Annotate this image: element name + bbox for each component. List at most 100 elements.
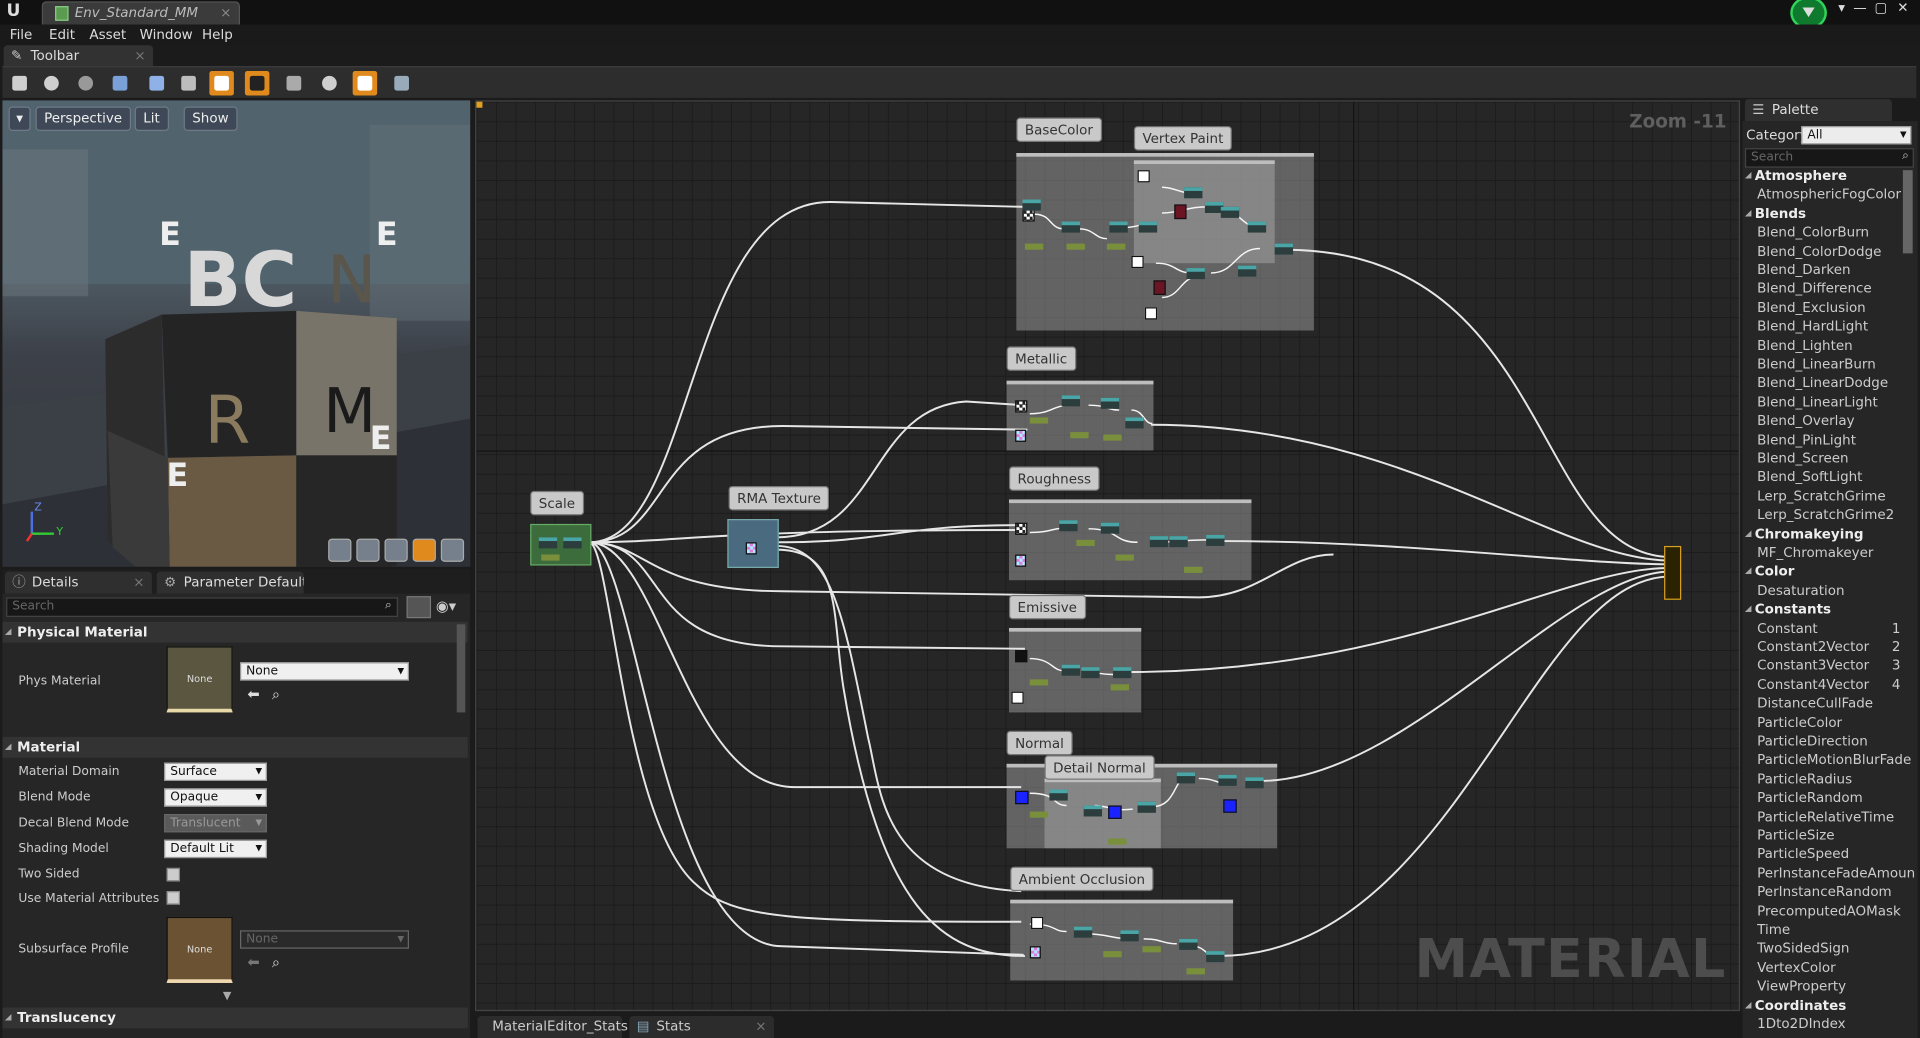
details-search-input[interactable]: Search ⌕	[6, 597, 398, 617]
apply-button[interactable]	[73, 71, 97, 95]
tab-material-editor-stats[interactable]: MaterialEditor_Stats×	[477, 1016, 628, 1038]
palette-item[interactable]: Blend_Exclusion	[1757, 300, 1866, 316]
graph-node[interactable]	[1184, 187, 1203, 199]
palette-item[interactable]: ParticleRadius	[1757, 771, 1852, 787]
close-toolbar-tab-icon[interactable]: ×	[134, 45, 145, 66]
graph-node[interactable]	[1024, 243, 1044, 250]
palette-item[interactable]: ViewProperty	[1757, 978, 1846, 994]
perspective-button[interactable]: Perspective	[35, 106, 131, 131]
node-label-rma-texture[interactable]: RMA Texture	[728, 485, 830, 511]
graph-node[interactable]	[1149, 536, 1169, 548]
graph-node[interactable]	[1218, 774, 1237, 786]
details-scrollbar[interactable]	[456, 624, 466, 713]
live-update-button[interactable]	[317, 71, 341, 95]
graph-node[interactable]	[1076, 539, 1095, 546]
palette-item[interactable]: Blend_LinearBurn	[1757, 356, 1876, 372]
graph-node[interactable]	[1061, 395, 1081, 407]
lit-button[interactable]: Lit	[134, 106, 169, 131]
texture-sample-node[interactable]	[1029, 946, 1041, 959]
graph-node[interactable]	[1083, 805, 1103, 817]
graph-node[interactable]	[1247, 221, 1267, 233]
palette-item[interactable]: Blend_Screen	[1757, 450, 1848, 466]
palette-item[interactable]: ParticleSize	[1757, 827, 1834, 843]
graph-node[interactable]	[1186, 268, 1205, 280]
two-sided-checkbox[interactable]	[166, 867, 181, 882]
palette-item[interactable]: ParticleSpeed	[1757, 846, 1849, 862]
preview-mesh-button[interactable]	[440, 538, 465, 562]
tab-details[interactable]: ⓘ Details ×	[4, 571, 152, 594]
unreal-logo-icon[interactable]: U	[2, 1, 24, 23]
graph-node[interactable]	[1108, 838, 1127, 845]
close-tab-icon[interactable]: ×	[220, 2, 231, 24]
constant-node[interactable]	[1011, 691, 1024, 704]
minimize-button[interactable]: —	[1849, 0, 1871, 20]
graph-node[interactable]	[1029, 679, 1049, 686]
graph-node[interactable]	[1100, 397, 1120, 409]
palette-item[interactable]: Lerp_ScratchGrime2	[1757, 507, 1894, 523]
scale-parameter-node[interactable]	[530, 523, 592, 566]
subsurface-profile-thumbnail[interactable]: None	[166, 916, 233, 983]
graph-node[interactable]	[1103, 434, 1122, 441]
menu-edit[interactable]: Edit	[49, 27, 75, 43]
texture-sample-node[interactable]	[1174, 204, 1187, 220]
texture-sample-node[interactable]	[1015, 429, 1027, 442]
menu-window[interactable]: Window	[140, 27, 193, 43]
palette-item[interactable]: Blend_SoftLight	[1757, 469, 1862, 485]
texture-sample-node[interactable]	[1022, 209, 1035, 222]
material-graph[interactable]: BaseColor Vertex Paint Metallic Roughnes…	[475, 100, 1741, 1012]
node-label-scale[interactable]: Scale	[530, 490, 584, 516]
graph-node[interactable]	[1274, 243, 1294, 255]
palette-item[interactable]: 1Dto2DIndex	[1757, 1016, 1845, 1032]
phys-material-thumbnail[interactable]: None	[166, 646, 233, 713]
preview-cylinder-button[interactable]	[328, 538, 352, 562]
graph-node[interactable]	[1169, 536, 1188, 548]
close-details-tab-icon[interactable]: ×	[133, 572, 144, 594]
palette-item[interactable]: Blend_Lighten	[1757, 337, 1853, 353]
category-translucency[interactable]: Translucency	[2, 1007, 468, 1029]
vertex-color-node[interactable]	[1137, 170, 1150, 183]
browse-search-icon[interactable]: ⌕	[272, 954, 280, 972]
decal-blend-mode-dropdown[interactable]: Translucent	[164, 814, 267, 833]
palette-item[interactable]: PerInstanceRandom	[1757, 884, 1892, 900]
menu-asset[interactable]: Asset	[89, 27, 126, 43]
palette-item[interactable]: ParticleDirection	[1757, 733, 1868, 749]
material-domain-dropdown[interactable]: Surface	[164, 762, 267, 781]
stats-button[interactable]	[352, 70, 378, 96]
graph-node[interactable]	[1100, 522, 1120, 534]
graph-node[interactable]	[1245, 777, 1264, 789]
texture-sample-node[interactable]	[1015, 522, 1028, 535]
show-button[interactable]: Show	[183, 106, 238, 131]
preview-viewport[interactable]: BC N R M E E E E ▾ Perspective Lit Show …	[2, 100, 471, 567]
graph-node[interactable]	[1061, 664, 1081, 676]
texture-sample-node[interactable]	[1015, 400, 1028, 413]
clean-up-button[interactable]	[176, 71, 200, 95]
texture-sample-node[interactable]	[1153, 280, 1166, 296]
category-material[interactable]: Material	[2, 736, 468, 758]
graph-node[interactable]	[1206, 951, 1225, 963]
graph-node[interactable]	[1103, 951, 1122, 958]
palette-item[interactable]: Desaturation	[1757, 582, 1844, 598]
property-matrix-button[interactable]	[406, 596, 432, 619]
texture-sample-node[interactable]	[1015, 649, 1028, 663]
use-selected-arrow-icon[interactable]: ⬅	[247, 685, 259, 702]
palette-item[interactable]: Blend_Overlay	[1757, 413, 1854, 429]
close-tab-icon[interactable]: ×	[755, 1016, 766, 1038]
menu-help[interactable]: Help	[202, 27, 233, 43]
normal-map-node[interactable]	[1223, 799, 1237, 813]
graph-node[interactable]	[1061, 221, 1081, 233]
palette-item[interactable]: PrecomputedAOMask	[1757, 903, 1901, 919]
graph-node[interactable]	[1184, 566, 1203, 573]
graph-node[interactable]	[1029, 811, 1049, 818]
palette-item[interactable]: AtmosphericFogColor	[1757, 187, 1901, 203]
palette-category[interactable]: Coordinates	[1745, 997, 1846, 1013]
comment-label-vertex-paint[interactable]: Vertex Paint	[1133, 126, 1232, 151]
palette-item[interactable]: Blend_ColorDodge	[1757, 243, 1881, 259]
palette-item[interactable]: DistanceCullFade	[1757, 696, 1873, 712]
toolbar-tab[interactable]: ✎ Toolbar ×	[3, 45, 154, 67]
graph-node[interactable]	[1186, 968, 1205, 975]
normal-map-node[interactable]	[1108, 805, 1122, 819]
palette-item[interactable]: Blend_LinearDodge	[1757, 375, 1888, 391]
palette-item[interactable]: Blend_HardLight	[1757, 318, 1868, 334]
graph-node[interactable]	[1142, 946, 1161, 953]
vertex-color-node[interactable]	[1144, 307, 1158, 320]
